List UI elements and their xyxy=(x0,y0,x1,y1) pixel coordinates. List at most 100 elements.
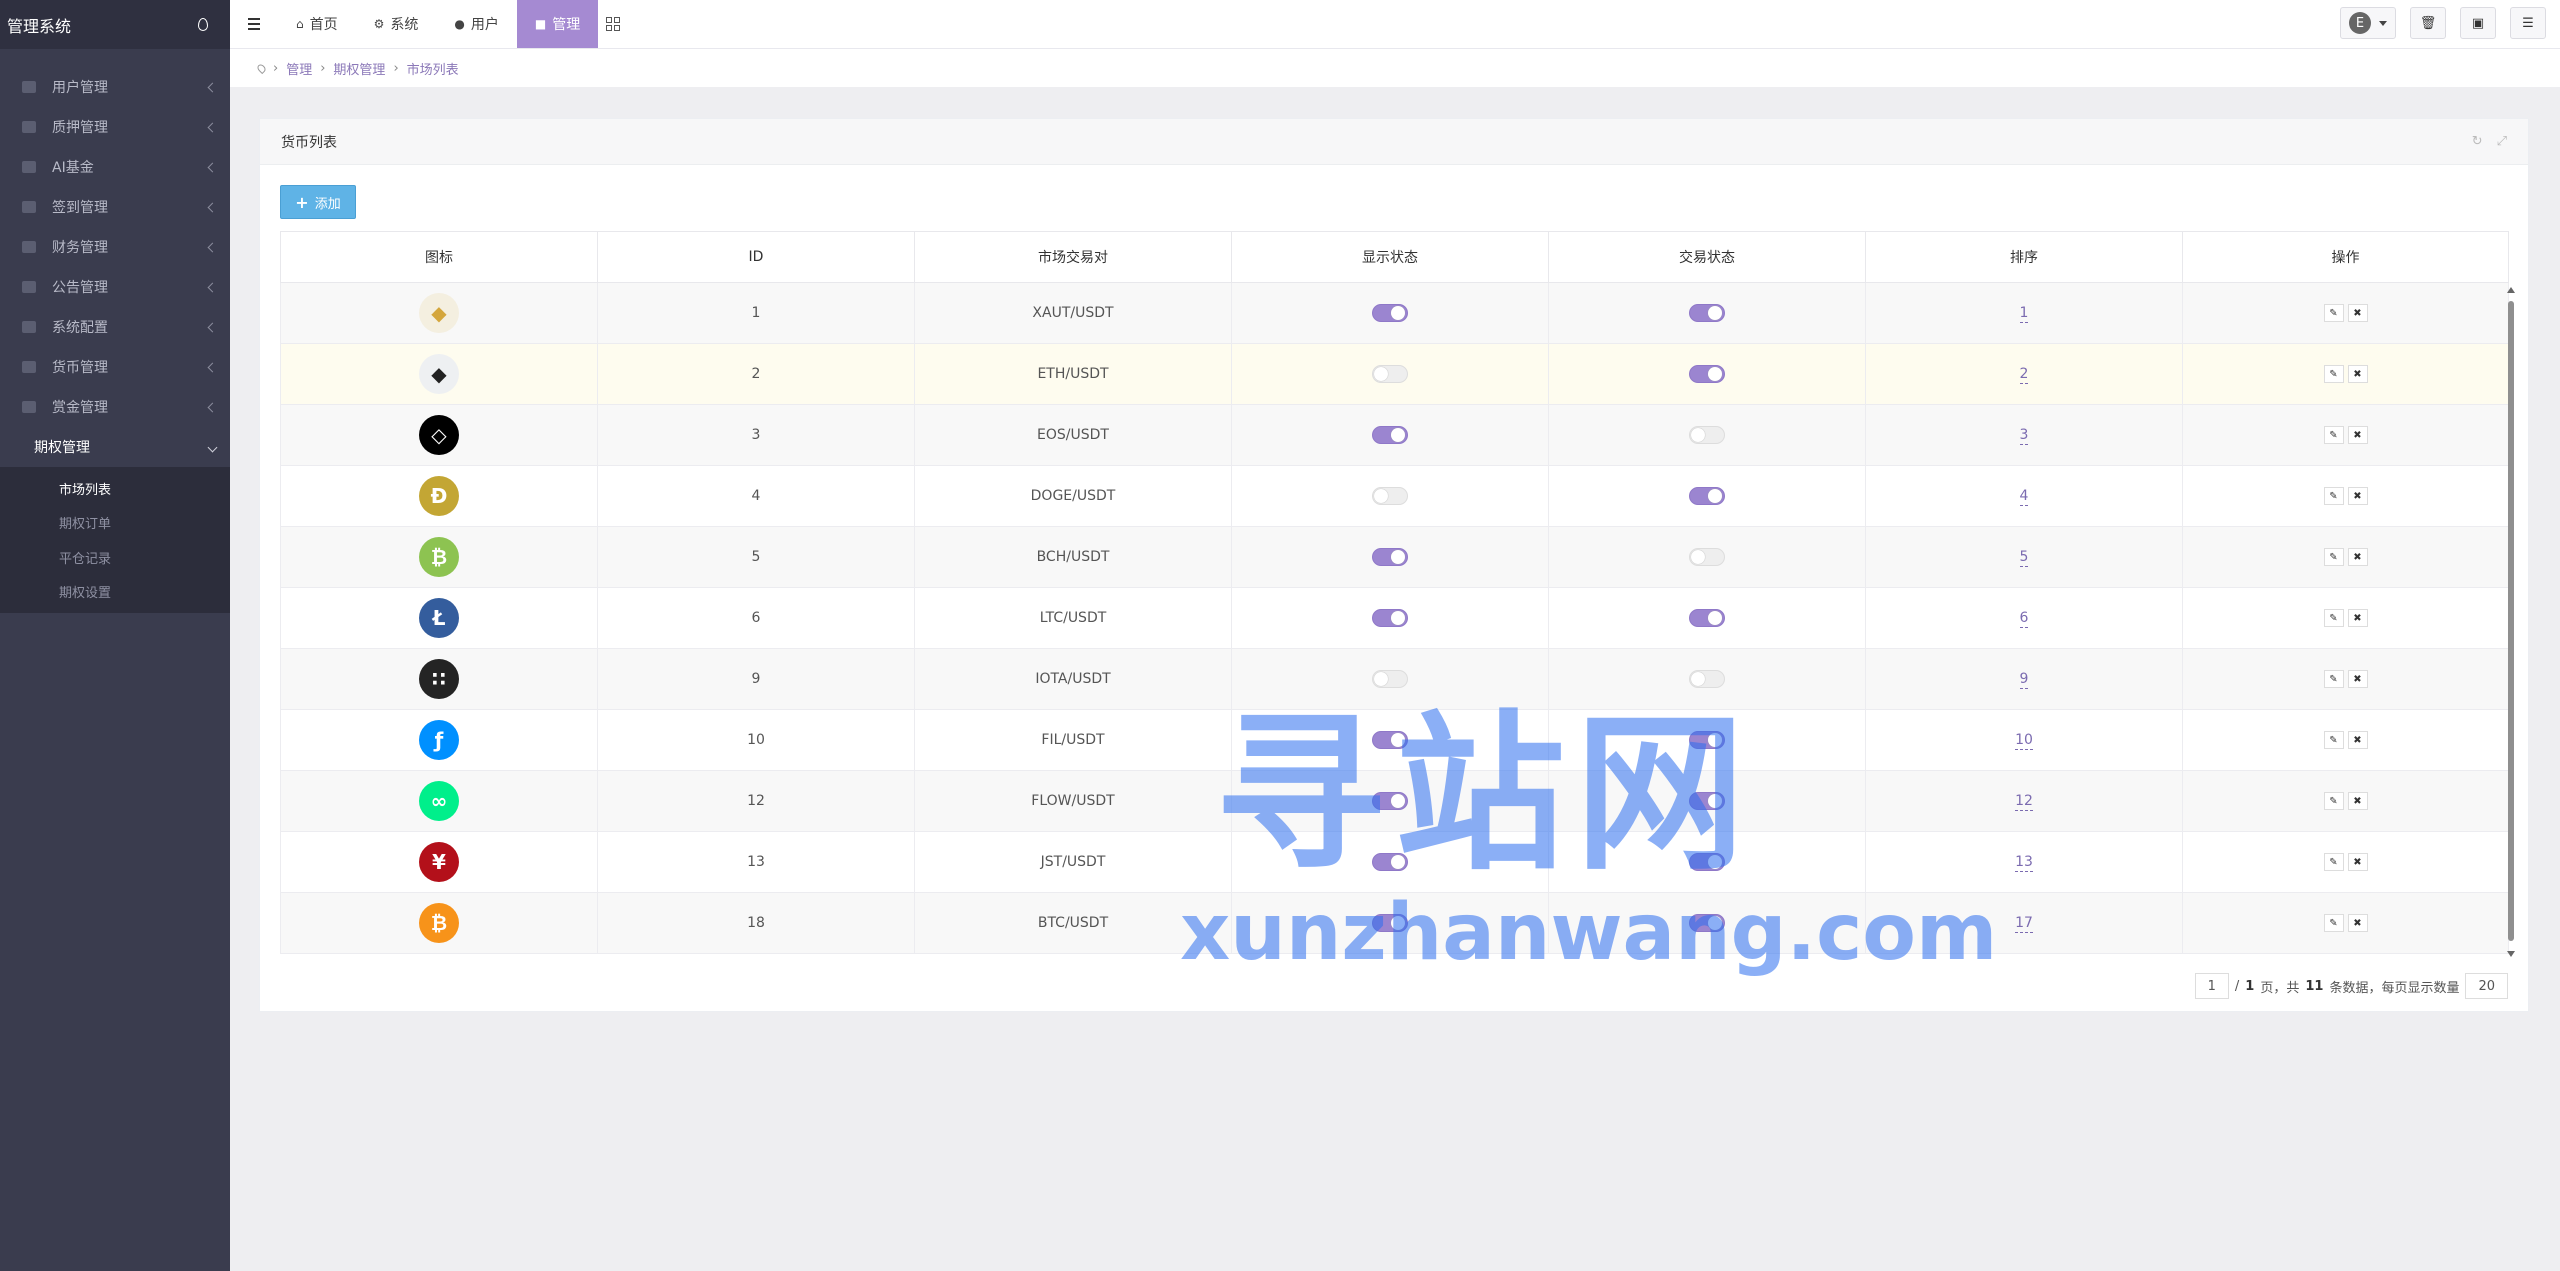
column-header[interactable]: 交易状态 xyxy=(1548,231,1866,283)
tab-system[interactable]: ⚙ 系统 xyxy=(356,0,437,48)
table-row[interactable]: Đ 4 DOGE/USDT 4 ✎ ✖ xyxy=(280,465,2509,527)
edit-button[interactable]: ✎ xyxy=(2323,609,2344,627)
apps-grid-icon[interactable] xyxy=(606,17,621,31)
trade-status-toggle[interactable] xyxy=(1689,914,1725,932)
sidebar-item-checkin[interactable]: 签到管理 xyxy=(0,187,230,227)
sidebar-item-notice[interactable]: 公告管理 xyxy=(0,267,230,307)
delete-button[interactable]: ✖ xyxy=(2347,304,2368,322)
submenu-market-list[interactable]: 市场列表 xyxy=(0,471,230,506)
display-status-toggle[interactable] xyxy=(1372,853,1408,871)
fullscreen-button[interactable]: ▣ xyxy=(2460,7,2496,39)
sidebar-item-finance[interactable]: 财务管理 xyxy=(0,227,230,267)
sort-editable[interactable]: 3 xyxy=(2019,427,2029,445)
user-menu-button[interactable]: E xyxy=(2340,7,2396,39)
trade-status-toggle[interactable] xyxy=(1689,853,1725,871)
display-status-toggle[interactable] xyxy=(1372,548,1408,566)
control-sidebar-button[interactable]: ☰ xyxy=(2510,7,2546,39)
delete-button[interactable]: ✖ xyxy=(2347,365,2368,383)
submenu-close-records[interactable]: 平仓记录 xyxy=(0,540,230,575)
display-status-toggle[interactable] xyxy=(1372,914,1408,932)
trade-status-toggle[interactable] xyxy=(1689,792,1725,810)
trade-status-toggle[interactable] xyxy=(1689,304,1725,322)
scrollbar-thumb[interactable] xyxy=(2508,301,2514,941)
page-number-input[interactable]: 1 xyxy=(2194,973,2229,999)
trade-status-toggle[interactable] xyxy=(1689,426,1725,444)
edit-button[interactable]: ✎ xyxy=(2323,670,2344,688)
trade-status-toggle[interactable] xyxy=(1689,609,1725,627)
tab-user[interactable]: ● 用户 xyxy=(436,0,516,48)
add-button[interactable]: + 添加 xyxy=(280,185,356,219)
edit-button[interactable]: ✎ xyxy=(2323,914,2344,932)
submenu-option-orders[interactable]: 期权订单 xyxy=(0,506,230,541)
sort-editable[interactable]: 1 xyxy=(2019,305,2029,323)
display-status-toggle[interactable] xyxy=(1372,304,1408,322)
table-scrollbar[interactable] xyxy=(2506,287,2516,957)
table-row[interactable]: ◆ 2 ETH/USDT 2 ✎ ✖ xyxy=(280,343,2509,405)
refresh-icon[interactable]: ↻ xyxy=(2472,134,2483,149)
expand-icon[interactable]: ⤢ xyxy=(2497,134,2507,149)
delete-button[interactable]: ✖ xyxy=(2347,670,2368,688)
column-header[interactable]: 排序 xyxy=(1865,231,2183,283)
edit-button[interactable]: ✎ xyxy=(2323,487,2344,505)
delete-button[interactable]: ✖ xyxy=(2347,792,2368,810)
clear-cache-button[interactable]: 🗑 xyxy=(2410,7,2446,39)
display-status-toggle[interactable] xyxy=(1372,731,1408,749)
table-row[interactable]: ∷ 9 IOTA/USDT 9 ✎ ✖ xyxy=(280,648,2509,710)
column-header[interactable]: 图标 xyxy=(280,231,598,283)
sort-editable[interactable]: 13 xyxy=(2015,854,2033,872)
sidebar-item-options[interactable]: 期权管理 xyxy=(0,427,230,467)
display-status-toggle[interactable] xyxy=(1372,487,1408,505)
column-header[interactable]: ID xyxy=(597,231,915,283)
table-row[interactable]: ∞ 12 FLOW/USDT 12 ✎ ✖ xyxy=(280,770,2509,832)
table-row[interactable]: ₿ 5 BCH/USDT 5 ✎ ✖ xyxy=(280,526,2509,588)
sort-editable[interactable]: 9 xyxy=(2019,671,2029,689)
trade-status-toggle[interactable] xyxy=(1689,487,1725,505)
table-row[interactable]: ƒ 10 FIL/USDT 10 ✎ ✖ xyxy=(280,709,2509,771)
edit-button[interactable]: ✎ xyxy=(2323,792,2344,810)
tab-manage[interactable]: ■ 管理 xyxy=(516,0,599,48)
column-header[interactable]: 市场交易对 xyxy=(914,231,1232,283)
sort-editable[interactable]: 6 xyxy=(2019,610,2029,628)
table-row[interactable]: Ł 6 LTC/USDT 6 ✎ ✖ xyxy=(280,587,2509,649)
edit-button[interactable]: ✎ xyxy=(2323,853,2344,871)
sidebar-item-users[interactable]: 用户管理 xyxy=(0,67,230,107)
sort-editable[interactable]: 5 xyxy=(2019,549,2029,567)
edit-button[interactable]: ✎ xyxy=(2323,365,2344,383)
edit-button[interactable]: ✎ xyxy=(2323,304,2344,322)
sort-editable[interactable]: 4 xyxy=(2019,488,2029,506)
breadcrumb-item[interactable]: 期权管理 xyxy=(333,59,385,78)
trade-status-toggle[interactable] xyxy=(1689,365,1725,383)
delete-button[interactable]: ✖ xyxy=(2347,914,2368,932)
delete-button[interactable]: ✖ xyxy=(2347,609,2368,627)
breadcrumb-item[interactable]: 市场列表 xyxy=(407,59,459,78)
table-row[interactable]: ◇ 3 EOS/USDT 3 ✎ ✖ xyxy=(280,404,2509,466)
display-status-toggle[interactable] xyxy=(1372,670,1408,688)
theme-drop-icon[interactable] xyxy=(198,18,208,31)
table-row[interactable]: ¥13 JST/USDT 13 ✎ ✖ xyxy=(280,831,2509,893)
edit-button[interactable]: ✎ xyxy=(2323,731,2344,749)
sidebar-item-staking[interactable]: 质押管理 xyxy=(0,107,230,147)
delete-button[interactable]: ✖ xyxy=(2347,487,2368,505)
breadcrumb-item[interactable]: 管理 xyxy=(286,59,312,78)
scroll-down-arrow-icon[interactable] xyxy=(2507,951,2515,957)
delete-button[interactable]: ✖ xyxy=(2347,853,2368,871)
delete-button[interactable]: ✖ xyxy=(2347,426,2368,444)
menu-toggle-icon[interactable] xyxy=(230,0,278,48)
submenu-option-settings[interactable]: 期权设置 xyxy=(0,575,230,610)
trade-status-toggle[interactable] xyxy=(1689,548,1725,566)
sidebar-item-bounty[interactable]: 赏金管理 xyxy=(0,387,230,427)
edit-button[interactable]: ✎ xyxy=(2323,548,2344,566)
display-status-toggle[interactable] xyxy=(1372,426,1408,444)
sidebar-item-config[interactable]: 系统配置 xyxy=(0,307,230,347)
sort-editable[interactable]: 10 xyxy=(2015,732,2033,750)
table-row[interactable]: ◆ 1 XAUT/USDT 1 ✎ ✖ xyxy=(280,282,2509,344)
delete-button[interactable]: ✖ xyxy=(2347,548,2368,566)
display-status-toggle[interactable] xyxy=(1372,609,1408,627)
display-status-toggle[interactable] xyxy=(1372,365,1408,383)
sidebar-item-ai-fund[interactable]: AI基金 xyxy=(0,147,230,187)
edit-button[interactable]: ✎ xyxy=(2323,426,2344,444)
display-status-toggle[interactable] xyxy=(1372,792,1408,810)
sort-editable[interactable]: 2 xyxy=(2019,366,2029,384)
tab-home[interactable]: ⌂ 首页 xyxy=(278,0,356,48)
column-header[interactable]: 操作 xyxy=(2182,231,2509,283)
